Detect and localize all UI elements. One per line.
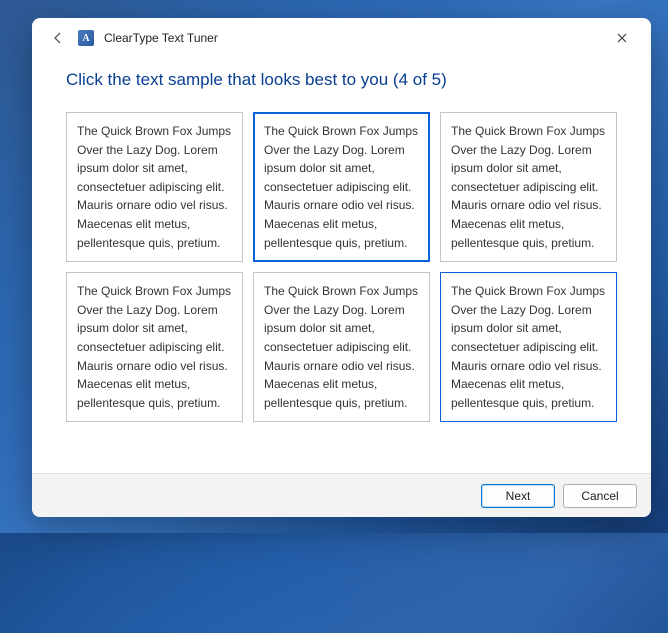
next-button[interactable]: Next xyxy=(481,484,555,508)
back-button[interactable] xyxy=(48,28,68,48)
content-area: Click the text sample that looks best to… xyxy=(32,58,651,473)
cancel-button[interactable]: Cancel xyxy=(563,484,637,508)
dialog-footer: Next Cancel xyxy=(32,473,651,517)
instruction-heading: Click the text sample that looks best to… xyxy=(66,70,617,90)
text-sample-1[interactable]: The Quick Brown Fox Jumps Over the Lazy … xyxy=(66,112,243,262)
app-icon-letter: A xyxy=(82,33,89,44)
window-title: ClearType Text Tuner xyxy=(104,31,218,45)
close-button[interactable] xyxy=(605,24,639,52)
text-sample-4[interactable]: The Quick Brown Fox Jumps Over the Lazy … xyxy=(66,272,243,422)
text-sample-3[interactable]: The Quick Brown Fox Jumps Over the Lazy … xyxy=(440,112,617,262)
cleartype-tuner-dialog: A ClearType Text Tuner Click the text sa… xyxy=(32,18,651,517)
text-sample-5[interactable]: The Quick Brown Fox Jumps Over the Lazy … xyxy=(253,272,430,422)
text-sample-2[interactable]: The Quick Brown Fox Jumps Over the Lazy … xyxy=(253,112,430,262)
titlebar: A ClearType Text Tuner xyxy=(32,18,651,58)
sample-grid: The Quick Brown Fox Jumps Over the Lazy … xyxy=(66,112,617,422)
app-icon: A xyxy=(78,30,94,46)
text-sample-6[interactable]: The Quick Brown Fox Jumps Over the Lazy … xyxy=(440,272,617,422)
